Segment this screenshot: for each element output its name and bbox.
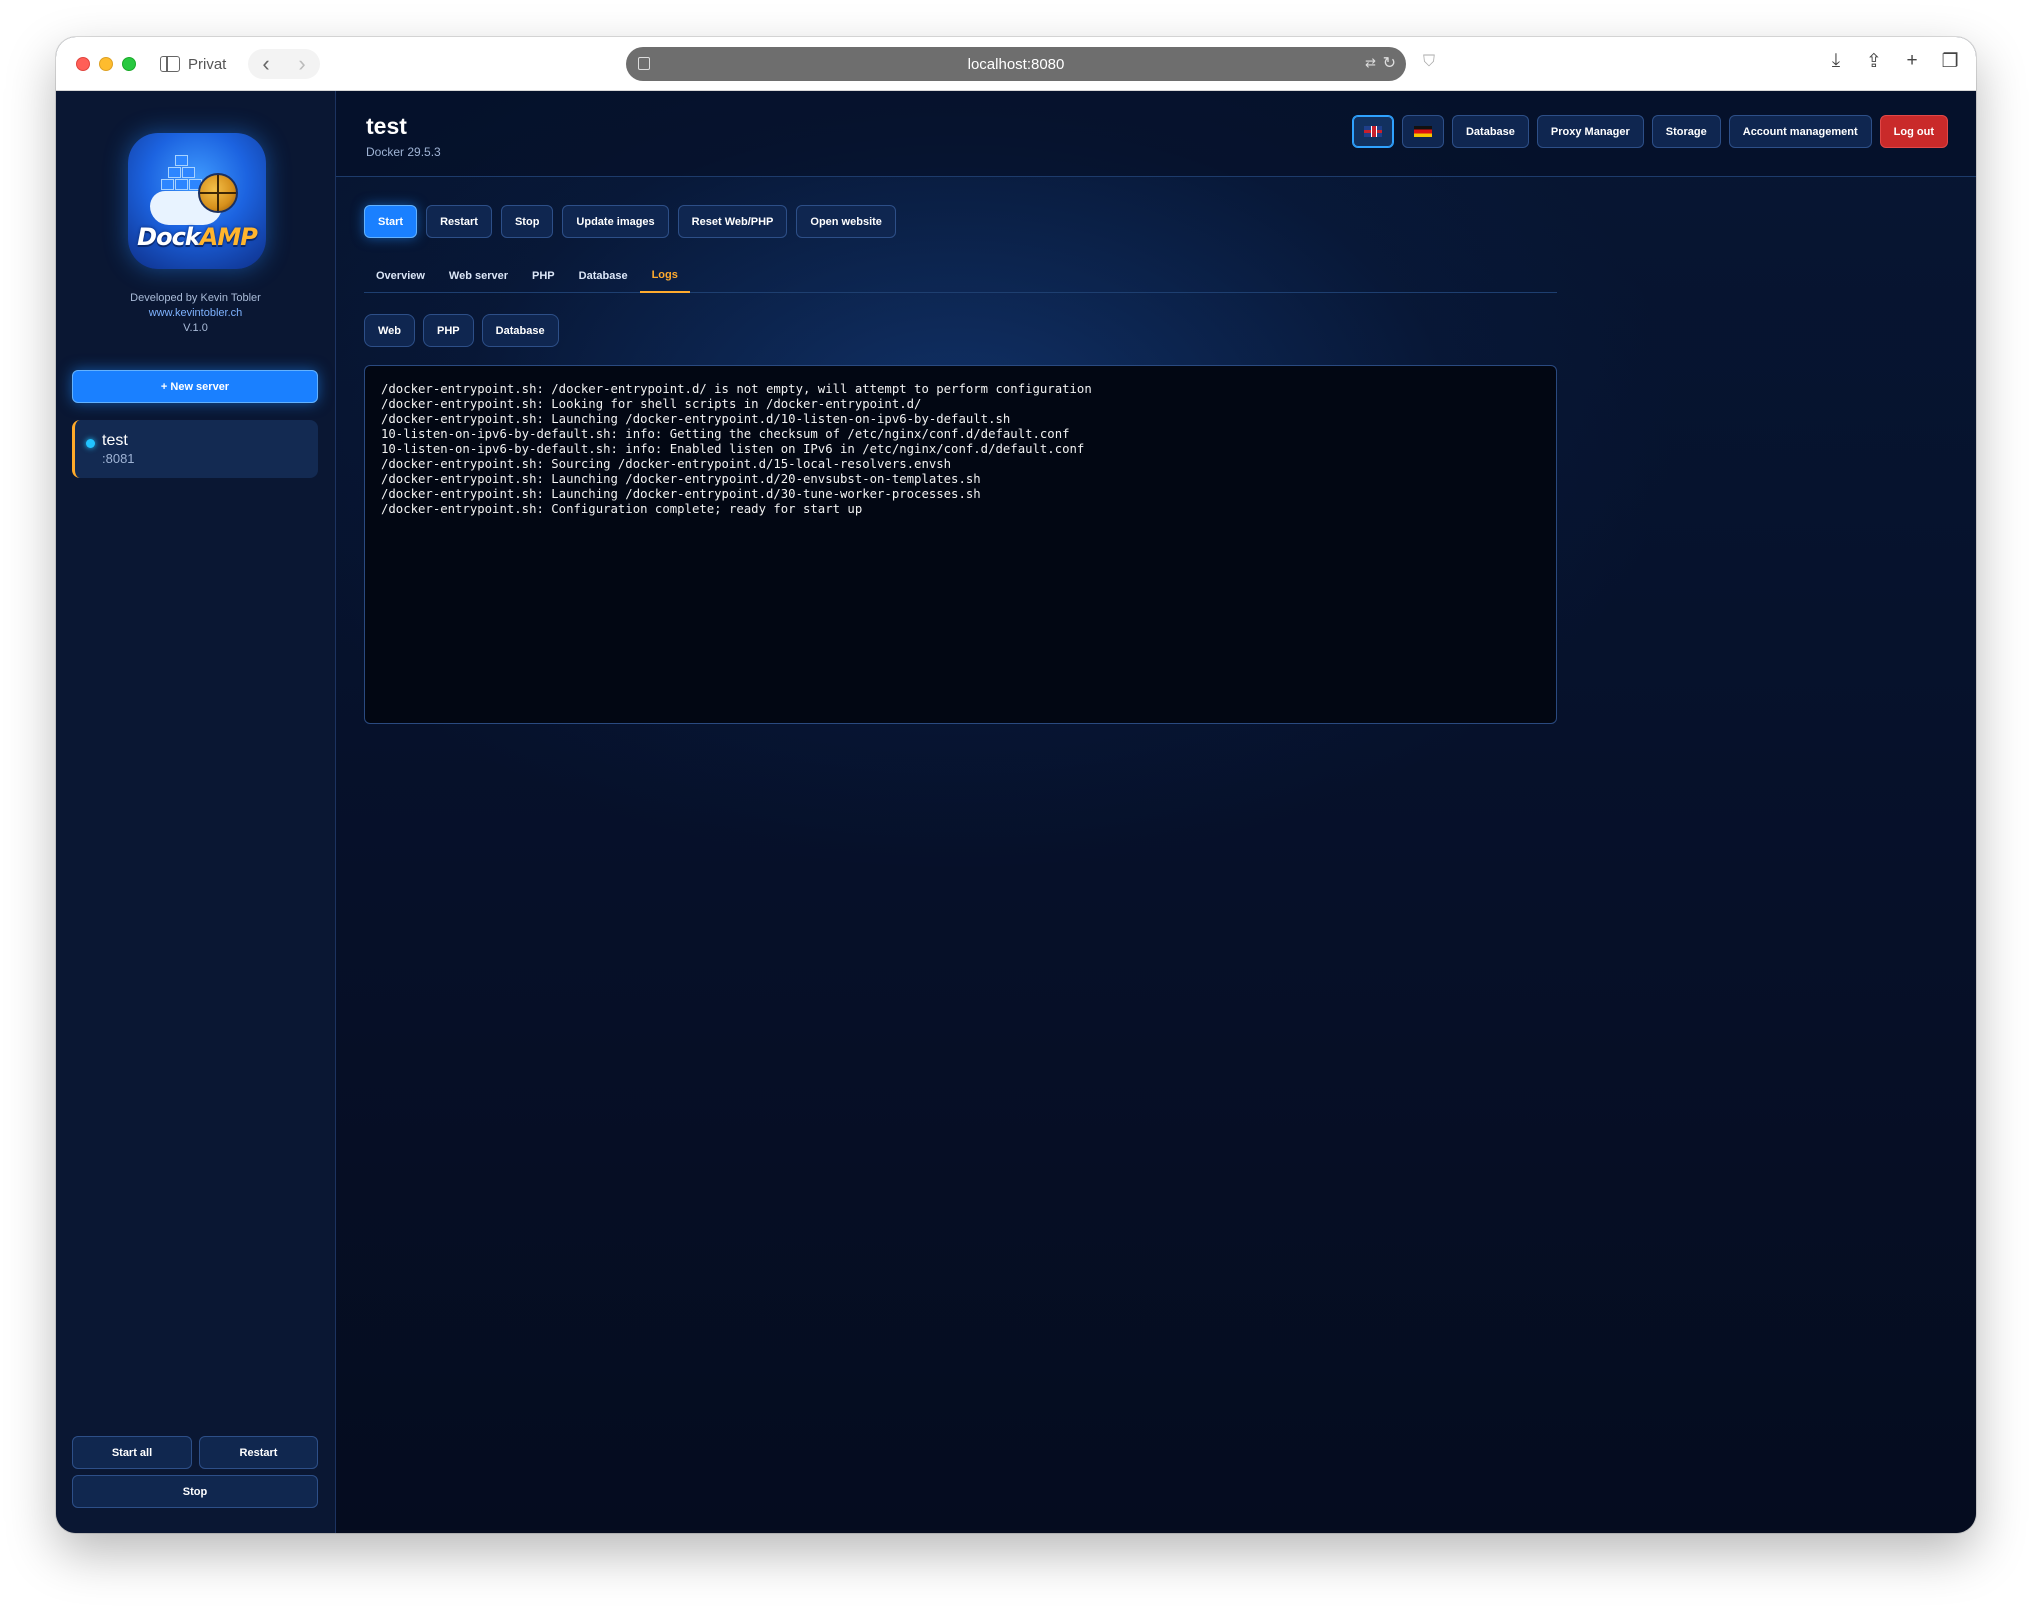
storage-nav-button[interactable]: Storage (1651, 115, 1721, 148)
log-line: /docker-entrypoint.sh: Configuration com… (381, 502, 863, 516)
sidebar: DockAMP Developed by Kevin Tobler www.ke… (56, 91, 336, 1533)
reset-web-php-button[interactable]: Reset Web/PHP (677, 205, 788, 238)
server-actions: Start Restart Stop Update images Reset W… (364, 205, 896, 238)
sidebar-icon (160, 56, 180, 72)
page-icon (638, 57, 650, 70)
database-nav-button[interactable]: Database (1451, 115, 1529, 148)
header-nav: Database Proxy Manager Storage Account m… (1351, 115, 1948, 148)
stop-all-button[interactable]: Stop (72, 1475, 318, 1508)
log-tab-web[interactable]: Web (364, 314, 416, 347)
browser-actions: ⤓ ⇪ + ❐ (1826, 50, 1960, 73)
app: DockAMP Developed by Kevin Tobler www.ke… (56, 91, 1976, 1533)
sidebar-toggle-button[interactable]: Privat (160, 53, 226, 75)
minimize-window-button[interactable] (99, 57, 113, 71)
restart-all-button[interactable]: Restart (199, 1436, 318, 1469)
developer-text: Developed by Kevin Tobler (130, 292, 261, 304)
update-images-button[interactable]: Update images (562, 205, 669, 238)
start-button[interactable]: Start (364, 205, 418, 238)
log-line: /docker-entrypoint.sh: Looking for shell… (381, 397, 922, 411)
download-icon[interactable]: ⤓ (1826, 50, 1846, 73)
reload-icon[interactable]: ↻ (1383, 53, 1396, 73)
share-icon[interactable]: ⇪ (1864, 50, 1884, 73)
server-tabs: Overview Web server PHP Database Logs (364, 259, 1557, 293)
close-window-button[interactable] (76, 57, 90, 71)
maximize-window-button[interactable] (122, 57, 136, 71)
container-icon (168, 167, 181, 178)
language-de-button[interactable] (1401, 115, 1444, 148)
log-line: /docker-entrypoint.sh: Sourcing /docker-… (381, 457, 952, 471)
new-server-button[interactable]: + New server (72, 370, 318, 403)
proxy-manager-nav-button[interactable]: Proxy Manager (1536, 115, 1644, 148)
log-tab-php[interactable]: PHP (423, 314, 474, 347)
log-line: /docker-entrypoint.sh: Launching /docker… (381, 412, 1011, 426)
log-line: 10-listen-on-ipv6-by-default.sh: info: G… (381, 427, 1070, 441)
stop-button[interactable]: Stop (500, 205, 554, 238)
server-name: test (102, 432, 128, 449)
uk-flag-icon (1363, 126, 1382, 137)
container-icon (175, 179, 188, 190)
privacy-shield-icon[interactable]: ⛉ (1423, 53, 1439, 73)
container-icon (182, 167, 195, 178)
server-status-dot (86, 439, 95, 448)
tab-logs[interactable]: Logs (639, 259, 690, 293)
log-line: 10-listen-on-ipv6-by-default.sh: info: E… (381, 442, 1085, 456)
german-flag-icon (1413, 126, 1432, 137)
tab-database[interactable]: Database (567, 259, 640, 293)
open-website-button[interactable]: Open website (796, 205, 896, 238)
browser-window: Privat ‹ › localhost:8080 ⇄ ↻ ⛉ ⤓ ⇪ + ❐ (56, 37, 1976, 1533)
log-line: /docker-entrypoint.sh: /docker-entrypoin… (381, 382, 1092, 396)
container-icon (175, 155, 188, 166)
forward-icon[interactable]: › (298, 53, 305, 75)
back-icon[interactable]: ‹ (262, 53, 269, 75)
version-text: V.1.0 (183, 322, 208, 334)
container-icon (161, 179, 174, 190)
server-port: :8081 (102, 451, 135, 466)
log-source-tabs: Web PHP Database (364, 314, 559, 347)
tab-overview-icon[interactable]: ❐ (1940, 50, 1960, 73)
profile-label: Privat (188, 55, 227, 73)
app-logo: DockAMP (128, 133, 266, 269)
language-en-button[interactable] (1351, 115, 1394, 148)
account-management-nav-button[interactable]: Account management (1728, 115, 1872, 148)
translate-icon[interactable]: ⇄ (1365, 55, 1376, 71)
globe-icon (198, 173, 238, 213)
logo-text: DockAMP (137, 223, 258, 251)
credits: Developed by Kevin Tobler www.kevintoble… (56, 291, 335, 336)
log-line: /docker-entrypoint.sh: Launching /docker… (381, 472, 981, 486)
docker-version: Docker 29.5.3 (366, 145, 441, 159)
log-tab-database[interactable]: Database (481, 314, 559, 347)
server-list-item[interactable]: test :8081 (72, 420, 318, 478)
restart-button[interactable]: Restart (426, 205, 492, 238)
address-bar[interactable]: localhost:8080 ⇄ ↻ (626, 47, 1406, 81)
url-text: localhost:8080 (967, 55, 1065, 73)
history-navigation: ‹ › (248, 49, 320, 79)
start-all-button[interactable]: Start all (72, 1436, 192, 1469)
browser-toolbar: Privat ‹ › localhost:8080 ⇄ ↻ ⛉ ⤓ ⇪ + ❐ (56, 37, 1976, 91)
log-output[interactable]: /docker-entrypoint.sh: /docker-entrypoin… (364, 365, 1557, 724)
tab-overview[interactable]: Overview (364, 259, 437, 293)
log-line: /docker-entrypoint.sh: Launching /docker… (381, 487, 981, 501)
main-content: test Docker 29.5.3 Database Proxy Manage… (336, 91, 1976, 1533)
tab-php[interactable]: PHP (520, 259, 567, 293)
logout-button[interactable]: Log out (1879, 115, 1948, 148)
page-title: test (366, 113, 407, 139)
new-tab-icon[interactable]: + (1902, 50, 1922, 73)
developer-website-link[interactable]: www.kevintobler.ch (56, 306, 335, 321)
page-header: test Docker 29.5.3 Database Proxy Manage… (336, 91, 1976, 177)
tab-web-server[interactable]: Web server (437, 259, 520, 293)
